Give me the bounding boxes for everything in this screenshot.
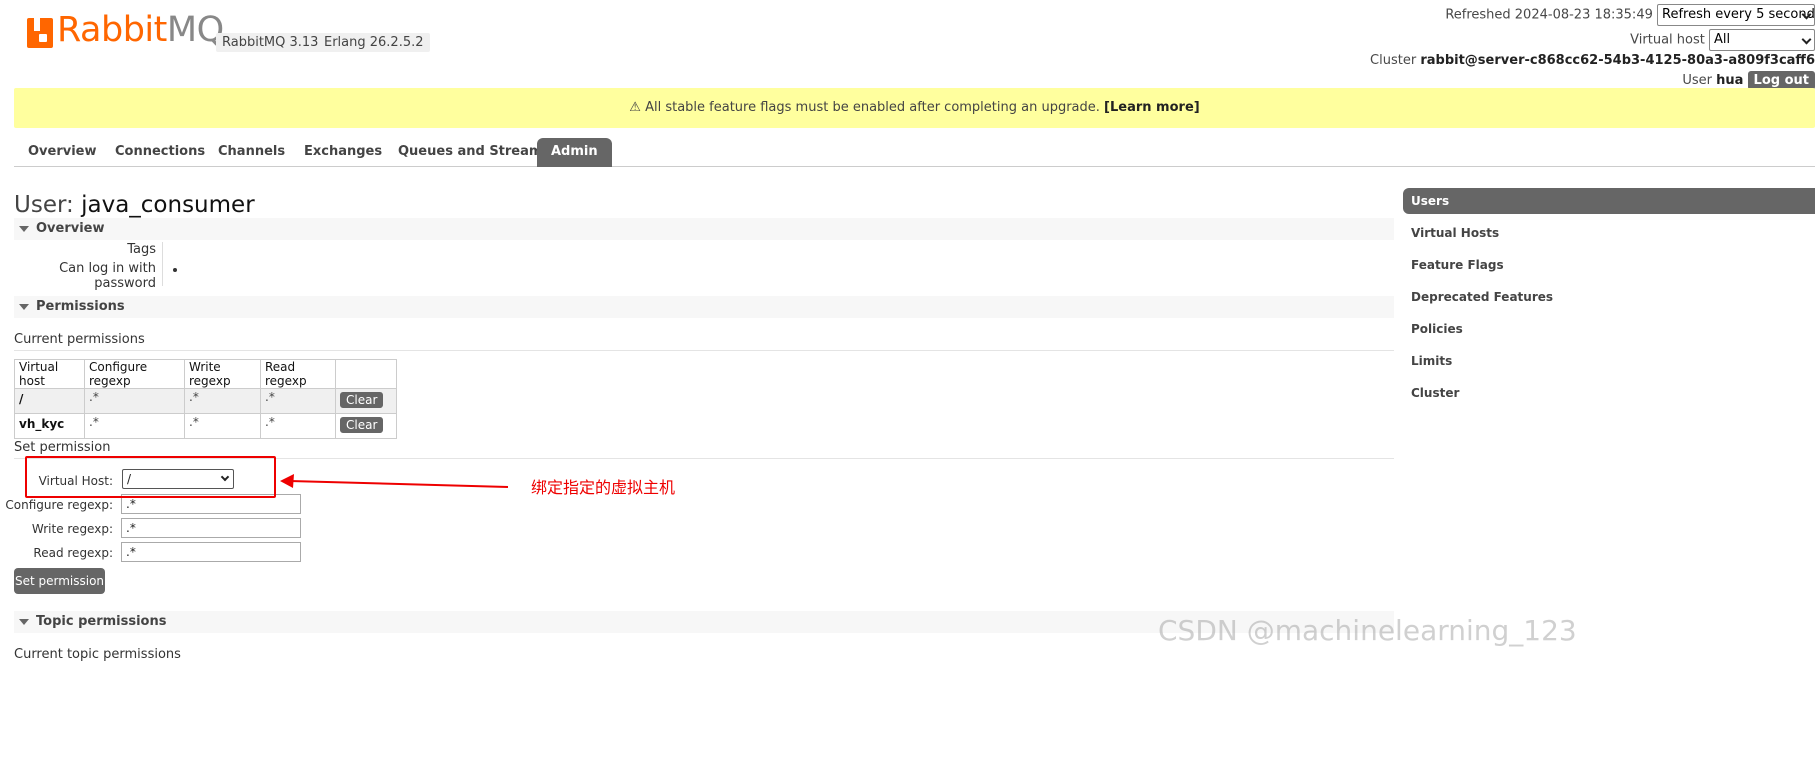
cell-write: .*	[184, 413, 261, 439]
refresh-row: Refreshed 2024-08-23 18:35:49 Refresh ev…	[1445, 4, 1815, 26]
set-permission-button[interactable]: Set permission	[14, 568, 105, 594]
chevron-down-icon	[1801, 34, 1812, 45]
learn-more-link[interactable]: [Learn more]	[1104, 100, 1200, 115]
clear-button[interactable]: Clear	[340, 417, 384, 433]
tab-admin[interactable]: Admin	[537, 138, 612, 167]
upgrade-banner: ⚠ All stable feature flags must be enabl…	[14, 88, 1815, 128]
permissions-header-label: Permissions	[36, 299, 125, 314]
bullet-icon	[173, 268, 177, 272]
sidebar-item-deprecated-features[interactable]: Deprecated Features	[1403, 284, 1815, 316]
col-write-regexp: Write regexp	[184, 359, 261, 389]
header-status: Refreshed 2024-08-23 18:35:49 Refresh ev…	[1195, 0, 1815, 90]
page-title: User: java_consumer	[14, 192, 255, 218]
cluster-label: Cluster	[1370, 53, 1417, 68]
cell-action: Clear	[335, 413, 397, 439]
annotation-arrow-icon	[280, 474, 509, 488]
cell-read: .*	[260, 388, 336, 414]
collapse-triangle-icon	[19, 225, 29, 232]
sidebar-item-feature-flags[interactable]: Feature Flags	[1403, 252, 1815, 284]
vhost-label: Virtual host	[1630, 32, 1705, 48]
clear-button[interactable]: Clear	[340, 392, 384, 408]
overview-labels: Tags Can log in with password	[14, 242, 156, 291]
tab-overview[interactable]: Overview	[14, 138, 111, 166]
main-tabs: Overview Connections Channels Exchanges …	[14, 138, 1815, 167]
vhost-row: Virtual host All	[1630, 29, 1815, 51]
configure-form-label: Configure regexp:	[5, 498, 113, 512]
sidebar-item-cluster[interactable]: Cluster	[1403, 380, 1815, 412]
tab-channels[interactable]: Channels	[204, 138, 299, 166]
rabbit-logo-icon	[27, 18, 53, 48]
sidebar-item-virtual-hosts[interactable]: Virtual Hosts	[1403, 220, 1815, 252]
tab-exchanges[interactable]: Exchanges	[290, 138, 396, 166]
col-virtual-host: Virtual host	[14, 359, 85, 389]
cell-read: .*	[260, 413, 336, 439]
sidebar-item-policies[interactable]: Policies	[1403, 316, 1815, 348]
vhost-select[interactable]: All	[1709, 29, 1815, 51]
annotation-highlight-box	[25, 456, 276, 498]
annotation-text: 绑定指定的虚拟主机	[531, 478, 676, 497]
sidebar-item-users[interactable]: Users	[1403, 188, 1815, 214]
col-read-regexp: Read regexp	[260, 359, 336, 389]
erlang-badge: Erlang 26.2.5.2	[318, 33, 430, 52]
overview-section-header[interactable]: Overview	[14, 218, 1394, 240]
overview-divider	[162, 242, 163, 286]
write-regexp-input[interactable]: .*	[121, 518, 301, 538]
cell-vhost: vh_kyc	[14, 413, 85, 439]
login-label: Can log in with password	[59, 261, 156, 291]
overview-header-label: Overview	[36, 221, 105, 236]
banner-text: ⚠ All stable feature flags must be enabl…	[629, 100, 1100, 115]
refresh-select[interactable]: Refresh every 5 seconds	[1657, 4, 1815, 26]
logo-word-rabbit: Rabbit	[57, 10, 167, 50]
collapse-triangle-icon	[19, 303, 29, 310]
current-permissions-label: Current permissions	[14, 332, 1394, 351]
collapse-triangle-icon	[19, 618, 29, 625]
write-form-label: Write regexp:	[31, 522, 113, 536]
rabbitmq-logo[interactable]: RabbitMQTM	[27, 12, 240, 48]
table-row: / .* .* .* Clear	[14, 388, 397, 414]
permissions-table: Virtual host Configure regexp Write rege…	[14, 359, 397, 439]
title-username: java_consumer	[81, 192, 255, 218]
current-topic-permissions-label: Current topic permissions	[14, 647, 181, 662]
watermark: CSDN @machinelearning_123	[1158, 614, 1577, 647]
cluster-value: rabbit@server-c868cc62-54b3-4125-80a3-a8…	[1420, 53, 1815, 68]
read-regexp-input[interactable]: .*	[121, 542, 301, 562]
table-row: vh_kyc .* .* .* Clear	[14, 413, 397, 439]
permissions-section-header[interactable]: Permissions	[14, 296, 1394, 318]
read-form-label: Read regexp:	[33, 546, 113, 560]
user-label: User	[1682, 73, 1712, 88]
user-value: hua	[1716, 73, 1744, 88]
topic-header-label: Topic permissions	[36, 614, 167, 629]
cell-action: Clear	[335, 388, 397, 414]
admin-sidebar: Users Virtual Hosts Feature Flags Deprec…	[1403, 188, 1815, 412]
tab-connections[interactable]: Connections	[101, 138, 219, 166]
col-actions	[335, 359, 397, 389]
cell-write: .*	[184, 388, 261, 414]
cell-vhost: /	[14, 388, 85, 414]
col-configure-regexp: Configure regexp	[84, 359, 185, 389]
sidebar-item-limits[interactable]: Limits	[1403, 348, 1815, 380]
tags-label: Tags	[127, 242, 156, 257]
cluster-row: Cluster rabbit@server-c868cc62-54b3-4125…	[1370, 53, 1815, 68]
vhost-select-value: All	[1714, 32, 1731, 47]
cell-configure: .*	[84, 388, 185, 414]
title-prefix: User:	[14, 192, 74, 218]
refresh-select-value: Refresh every 5 seconds	[1662, 7, 1815, 22]
table-header-row: Virtual host Configure regexp Write rege…	[14, 359, 397, 389]
cell-configure: .*	[84, 413, 185, 439]
refreshed-label: Refreshed 2024-08-23 18:35:49	[1445, 7, 1653, 23]
